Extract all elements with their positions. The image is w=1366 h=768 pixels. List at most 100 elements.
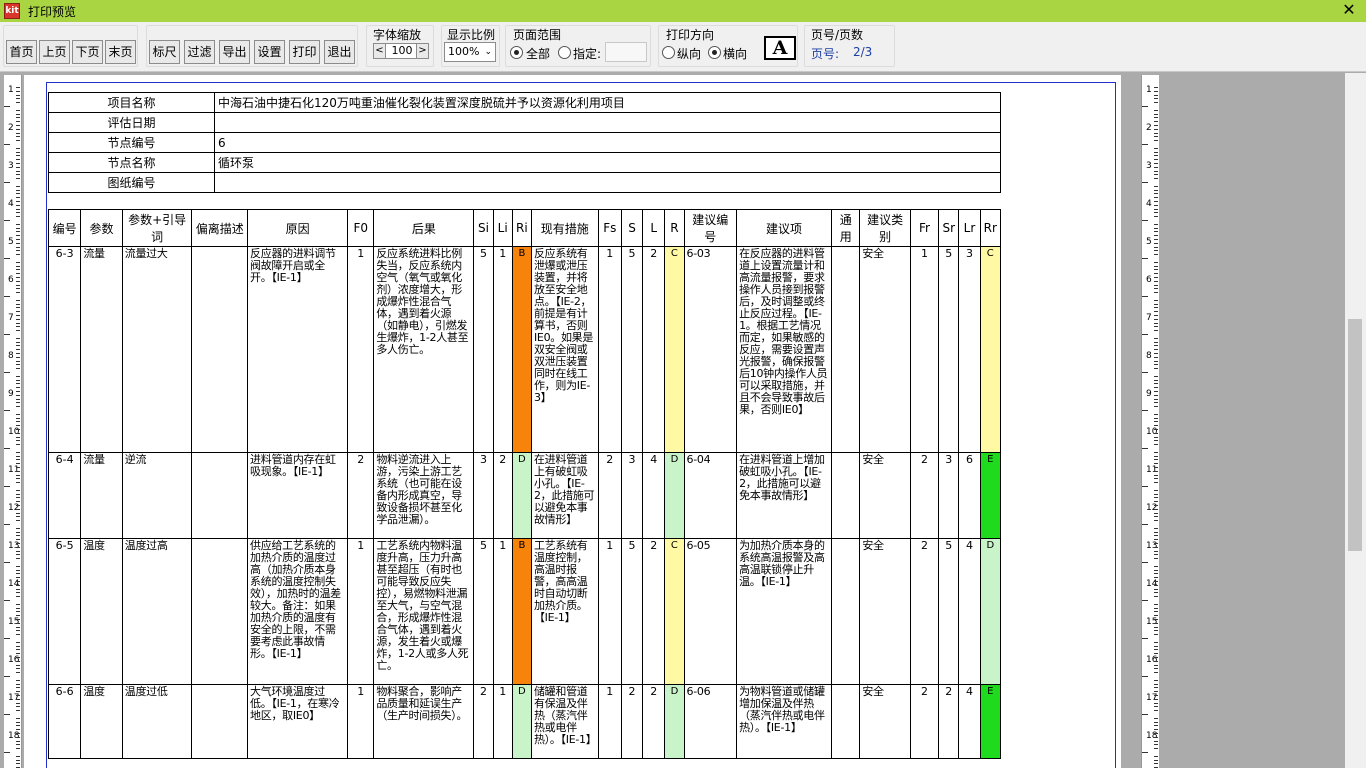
export-button[interactable]: 导出 xyxy=(219,40,250,64)
exit-button[interactable]: 退出 xyxy=(324,40,355,64)
info-key: 节点名称 xyxy=(48,152,215,173)
ruler-tick xyxy=(1154,626,1158,628)
last-page-button[interactable]: 末页 xyxy=(105,40,136,64)
ruler-tick xyxy=(4,752,10,753)
cell-fr: 1 xyxy=(909,246,940,453)
ruler-tick xyxy=(16,573,20,575)
cell-guide: 温度过高 xyxy=(121,538,193,685)
cell-measures: 反应系统有泄爆或泄压装置，并将放至安全地点。【IE-2，前提是有计算书，否则IE… xyxy=(530,246,599,453)
ruler-tick xyxy=(16,520,20,522)
ruler-tick xyxy=(1154,489,1158,491)
ruler-tick xyxy=(1154,337,1158,339)
cell-fr: 2 xyxy=(909,452,940,539)
ruler-tick xyxy=(1154,402,1158,404)
filter-button[interactable]: 过滤 xyxy=(184,40,215,64)
ruler-tick xyxy=(1154,250,1158,252)
settings-button[interactable]: 设置 xyxy=(254,40,285,64)
ruler-tick xyxy=(1154,493,1158,495)
ruler-tick xyxy=(16,535,20,537)
ruler-tick xyxy=(16,113,20,115)
ruler-tick xyxy=(1154,470,1158,472)
cell-lr: 6 xyxy=(958,452,981,539)
ruler-tick xyxy=(16,634,20,636)
font-settings-icon[interactable]: A xyxy=(764,36,796,60)
ruler-tick xyxy=(1154,273,1158,275)
ruler-tick xyxy=(16,706,20,708)
landscape-radio[interactable] xyxy=(708,46,721,59)
vertical-scrollbar[interactable] xyxy=(1345,73,1366,768)
ruler-tick xyxy=(16,231,20,233)
ruler-tick xyxy=(16,132,20,134)
ruler-number: 5 xyxy=(8,237,14,247)
ruler-tick xyxy=(16,360,20,362)
ruler-tick xyxy=(1154,429,1158,430)
ruler-tick xyxy=(16,664,20,666)
cell-si: 3 xyxy=(473,452,494,539)
ruler-tick xyxy=(1142,752,1148,753)
cell-param: 流量 xyxy=(80,246,123,453)
ruler-tick xyxy=(16,702,20,704)
ruler-tick xyxy=(16,717,20,719)
range-all-radio[interactable] xyxy=(510,46,523,59)
ruler-tick xyxy=(1142,600,1148,601)
ruler-tick xyxy=(1154,330,1158,332)
cell-lr: 4 xyxy=(958,538,981,685)
ruler-tick xyxy=(1154,125,1158,126)
vertical-ruler-left: 1 2 3 4 5 6 7 8 9 10 11 12 13 14 15 16 17 18 xyxy=(4,75,22,768)
ruler-tick xyxy=(1154,307,1158,309)
cell-fs: 1 xyxy=(597,684,622,759)
ruler-tick xyxy=(1154,611,1158,613)
next-page-button[interactable]: 下页 xyxy=(72,40,103,64)
ruler-tick xyxy=(16,455,20,457)
chevron-down-icon: ⌄ xyxy=(484,47,492,57)
cell-rr: E xyxy=(979,452,1002,539)
cell-sr: 5 xyxy=(938,246,960,453)
ruler-tick xyxy=(1154,326,1158,328)
cell-f0: 1 xyxy=(347,538,375,685)
ruler-tick xyxy=(1154,550,1158,552)
portrait-radio[interactable] xyxy=(662,46,675,59)
ruler-tick xyxy=(4,676,10,677)
scrollbar-thumb[interactable] xyxy=(1348,319,1362,551)
ruler-tick xyxy=(16,280,20,282)
ruler-tick xyxy=(1154,269,1158,271)
ruler-tick xyxy=(1154,353,1158,354)
ruler-tick xyxy=(1154,387,1158,389)
font-zoom-value[interactable]: 100 xyxy=(385,43,419,59)
ruler-button[interactable]: 标尺 xyxy=(149,40,180,64)
ruler-tick xyxy=(16,660,20,662)
ruler-tick xyxy=(1154,759,1158,761)
ruler-tick xyxy=(16,349,20,351)
ruler-tick xyxy=(1142,296,1148,297)
zoom-increase-button[interactable]: > xyxy=(416,43,429,59)
display-ratio-select[interactable]: 100% ⌄ xyxy=(444,42,496,62)
prev-page-button[interactable]: 上页 xyxy=(39,40,70,64)
ruler-tick xyxy=(1154,128,1158,130)
ruler-tick xyxy=(16,744,20,746)
ruler-tick xyxy=(1154,467,1158,468)
range-specified-radio[interactable] xyxy=(558,46,571,59)
ruler-tick xyxy=(16,710,20,712)
table-row: 6-5 温度 温度过高 供应给工艺系统的加热介质的温度过高（加热介质本身系统的温度控制… xyxy=(47,538,1002,685)
info-key: 图纸编号 xyxy=(48,172,215,193)
ruler-tick xyxy=(1154,356,1158,358)
cell-fs: 2 xyxy=(597,452,622,539)
ruler-number: 4 xyxy=(1146,199,1152,209)
ruler-tick xyxy=(1154,725,1158,727)
close-icon[interactable]: ✕ xyxy=(1340,1,1358,19)
info-row: 图纸编号 xyxy=(48,172,1001,193)
cell-rr: D xyxy=(979,538,1002,685)
cell-sugg-id: 6-04 xyxy=(683,452,738,539)
ruler-tick xyxy=(1154,227,1158,229)
ruler-tick xyxy=(16,166,20,168)
ruler-tick xyxy=(1154,706,1158,708)
ruler-tick xyxy=(1154,683,1158,685)
ruler-tick xyxy=(1154,231,1158,233)
range-specified-input[interactable] xyxy=(605,42,647,62)
print-button[interactable]: 打印 xyxy=(289,40,320,64)
ruler-tick xyxy=(1154,641,1158,643)
ruler-tick xyxy=(1142,524,1148,525)
ruler-tick xyxy=(16,193,20,195)
first-page-button[interactable]: 首页 xyxy=(6,40,37,64)
ruler-tick xyxy=(4,220,10,221)
